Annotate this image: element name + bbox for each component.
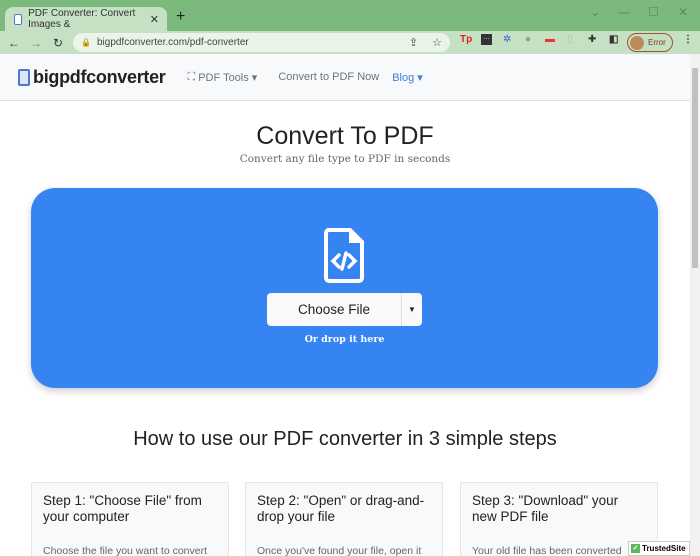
check-icon: ✓ bbox=[631, 544, 640, 553]
tab-bar: PDF Converter: Convert Images & ✕ + ⌄ — … bbox=[0, 0, 700, 31]
logo-text: bigpdfconverter bbox=[33, 66, 166, 87]
url-text: bigpdfconverter.com/pdf-converter bbox=[96, 37, 249, 48]
code-file-icon bbox=[324, 228, 364, 283]
close-window-button[interactable]: ✕ bbox=[678, 5, 688, 19]
step-title: Step 2: "Open" or drag-and-drop your fil… bbox=[257, 493, 425, 524]
extension-icon[interactable]: … bbox=[481, 34, 492, 45]
extensions-puzzle-icon[interactable]: ✚ bbox=[588, 34, 596, 45]
site-navbar: bigpdfconverter ⛶ PDF Tools ▾ Convert to… bbox=[0, 54, 690, 101]
choose-file-dropdown-caret-icon[interactable]: ▼ bbox=[402, 293, 422, 326]
step-description: Once you've found your file, open it bbox=[257, 545, 422, 556]
side-panel-icon[interactable]: ◧ bbox=[609, 34, 618, 45]
drop-hint: Or drop it here bbox=[304, 334, 385, 345]
extension-circle-icon[interactable]: ● bbox=[525, 34, 531, 45]
steps-heading: How to use our PDF converter in 3 simple… bbox=[133, 428, 557, 450]
minimize-icon[interactable]: ⌄ bbox=[590, 5, 600, 19]
pdf-tools-icon: ⛶ bbox=[187, 70, 196, 83]
nav-convert-now[interactable]: Convert to PDF Now bbox=[278, 71, 379, 83]
choose-file-button[interactable]: Choose File bbox=[267, 293, 402, 326]
profile-button[interactable]: Error bbox=[627, 33, 673, 52]
file-drop-zone[interactable]: Choose File ▼ Or drop it here bbox=[31, 188, 658, 388]
step-description: Your old file has been converted bbox=[472, 545, 622, 556]
tab-title: PDF Converter: Convert Images & bbox=[28, 8, 136, 30]
reload-icon[interactable]: ↻ bbox=[47, 36, 69, 50]
page-subtitle: Convert any file type to PDF in seconds bbox=[239, 153, 451, 165]
page-title: Convert To PDF bbox=[256, 122, 434, 150]
new-tab-button[interactable]: + bbox=[176, 8, 185, 26]
page-scrollbar[interactable] bbox=[690, 54, 700, 556]
page-content: bigpdfconverter ⛶ PDF Tools ▾ Convert to… bbox=[0, 54, 690, 556]
nav-pdf-tools[interactable]: PDF Tools ▾ bbox=[198, 71, 257, 84]
maximize-button[interactable]: ☐ bbox=[648, 5, 659, 19]
step-card: Step 2: "Open" or drag-and-drop your fil… bbox=[245, 482, 443, 556]
step-title: Step 1: "Choose File" from your computer bbox=[43, 493, 202, 524]
site-logo[interactable]: bigpdfconverter bbox=[18, 67, 166, 88]
extension-gear-icon[interactable]: ✲ bbox=[503, 34, 511, 45]
logo-icon bbox=[18, 68, 30, 86]
address-bar[interactable]: 🔒 bigpdfconverter.com/pdf-converter ⇪ ☆ bbox=[73, 33, 450, 52]
step-title: Step 3: "Download" your new PDF file bbox=[472, 493, 619, 524]
close-tab-icon[interactable]: ✕ bbox=[150, 13, 159, 26]
trustedsite-badge[interactable]: ✓ TrustedSite bbox=[628, 541, 690, 556]
step-description: Choose the file you want to convert bbox=[43, 545, 208, 556]
browser-toolbar: ← → ↻ 🔒 bigpdfconverter.com/pdf-converte… bbox=[0, 31, 700, 54]
avatar bbox=[630, 35, 644, 50]
favicon-icon bbox=[14, 13, 23, 25]
scrollbar-thumb[interactable] bbox=[692, 68, 698, 268]
bookmark-star-icon[interactable]: ☆ bbox=[432, 36, 442, 49]
lock-icon: 🔒 bbox=[81, 38, 91, 47]
step-card: Step 1: "Choose File" from your computer… bbox=[31, 482, 229, 556]
back-icon[interactable]: ← bbox=[3, 36, 25, 50]
nav-blog[interactable]: Blog ▾ bbox=[392, 71, 423, 84]
badge-label: TrustedSite bbox=[642, 544, 686, 553]
menu-kebab-icon[interactable]: ⋮ bbox=[683, 34, 693, 45]
extension-tp-icon[interactable]: Tp bbox=[460, 34, 472, 45]
forward-icon[interactable]: → bbox=[25, 36, 47, 50]
share-icon[interactable]: ⇪ bbox=[409, 36, 418, 49]
browser-tab[interactable]: PDF Converter: Convert Images & ✕ bbox=[5, 7, 167, 31]
minimize-button[interactable]: — bbox=[618, 5, 630, 19]
choose-file-button-group: Choose File ▼ bbox=[267, 293, 422, 326]
profile-label: Error bbox=[648, 38, 666, 47]
extension-doc-icon[interactable]: ▯ bbox=[567, 34, 573, 45]
extension-red-icon[interactable]: ▬ bbox=[545, 34, 555, 45]
